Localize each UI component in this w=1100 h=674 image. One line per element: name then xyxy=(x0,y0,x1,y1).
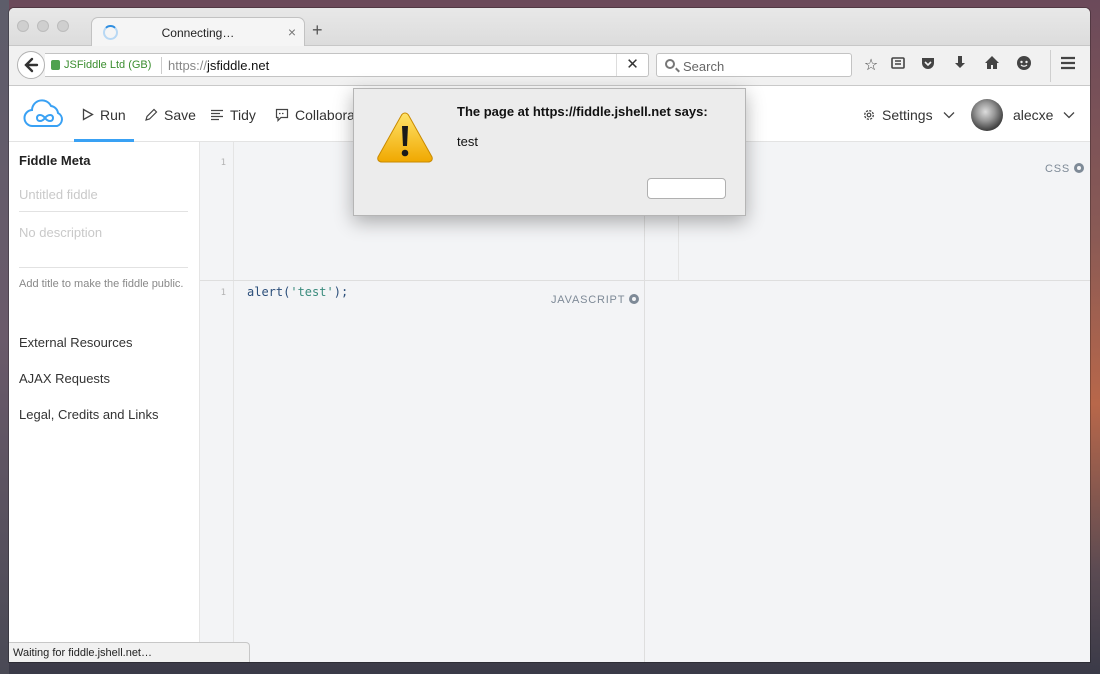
download-icon[interactable] xyxy=(949,55,971,77)
jsfiddle-logo[interactable] xyxy=(23,99,67,129)
user-menu[interactable]: alecxe xyxy=(1013,87,1075,142)
url-bar[interactable]: JSFiddle Ltd (GB) https://jsfiddle.net ✕ xyxy=(45,53,649,77)
back-button[interactable] xyxy=(17,51,45,79)
save-label: Save xyxy=(164,106,196,123)
tidy-label: Tidy xyxy=(230,106,256,123)
chat-icon[interactable] xyxy=(1013,55,1035,77)
html-line-number: 1 xyxy=(220,158,226,168)
pocket-icon[interactable] xyxy=(917,55,939,77)
dialog-message: test xyxy=(457,134,478,149)
dialog-title: The page at https://fiddle.jshell.net sa… xyxy=(457,104,708,119)
browser-tab[interactable]: Connecting… × xyxy=(91,17,305,47)
warning-icon xyxy=(377,112,433,163)
tidy-button[interactable]: Tidy xyxy=(210,87,256,142)
new-tab-button[interactable]: + xyxy=(312,21,323,39)
url-text[interactable]: https://jsfiddle.net xyxy=(168,58,269,73)
tab-title: Connecting… xyxy=(161,26,235,40)
js-code-line[interactable]: alert('test'); xyxy=(247,285,348,299)
chevron-down-icon xyxy=(943,111,955,118)
alert-dialog: The page at https://fiddle.jshell.net sa… xyxy=(353,88,746,216)
stop-loading-button[interactable]: ✕ xyxy=(616,54,648,76)
chat-bubble-icon xyxy=(275,108,289,122)
sidebar-title: Fiddle Meta xyxy=(19,153,91,168)
fiddle-meta-sidebar: Fiddle Meta Untitled fiddle No descripti… xyxy=(9,142,200,662)
css-panel-label[interactable]: CSS xyxy=(1045,163,1085,175)
fiddle-title-input[interactable]: Untitled fiddle xyxy=(19,187,188,212)
gear-icon xyxy=(864,109,874,120)
js-line-number: 1 xyxy=(220,288,226,298)
js-panel-label[interactable]: JAVASCRIPT xyxy=(551,294,640,306)
collaborate-button[interactable]: Collaborat xyxy=(275,87,359,142)
settings-button[interactable]: Settings xyxy=(862,87,955,142)
navigation-bar: JSFiddle Ltd (GB) https://jsfiddle.net ✕… xyxy=(9,46,1090,86)
desktop-background xyxy=(0,0,9,674)
search-icon xyxy=(665,59,675,69)
menu-icon[interactable] xyxy=(1057,55,1079,77)
play-icon xyxy=(82,108,94,121)
chevron-down-icon xyxy=(1064,111,1075,118)
css-gear-icon[interactable] xyxy=(1074,163,1085,173)
search-input[interactable]: Search xyxy=(656,53,852,77)
align-lines-icon xyxy=(211,109,223,120)
result-panel xyxy=(645,281,1090,662)
save-button[interactable]: Save xyxy=(144,87,196,142)
dialog-ok-button[interactable] xyxy=(647,178,726,199)
lock-icon xyxy=(51,60,60,70)
toolbar-separator xyxy=(1050,50,1051,82)
status-bar: Waiting for fiddle.jshell.net… xyxy=(9,642,250,662)
collaborate-label: Collaborat xyxy=(295,106,359,123)
run-label: Run xyxy=(100,106,126,123)
tab-close-icon[interactable]: × xyxy=(288,24,296,40)
sidebar-item-legal[interactable]: Legal, Credits and Links xyxy=(19,407,158,422)
settings-label: Settings xyxy=(882,106,933,123)
zoom-window-button[interactable] xyxy=(57,20,69,32)
close-window-button[interactable] xyxy=(17,20,29,32)
search-placeholder: Search xyxy=(683,59,725,74)
site-identity[interactable]: JSFiddle Ltd (GB) xyxy=(64,59,151,71)
run-button[interactable]: Run xyxy=(82,87,126,142)
public-hint: Add title to make the fiddle public. xyxy=(19,278,184,290)
url-separator xyxy=(161,57,162,74)
minimize-window-button[interactable] xyxy=(37,20,49,32)
avatar[interactable] xyxy=(971,99,1003,131)
user-name: alecxe xyxy=(1013,106,1054,123)
editor-area: 1 CSS 1 alert('test'); JAVASCRIPT xyxy=(200,142,1090,662)
reading-list-icon[interactable] xyxy=(887,55,909,77)
home-icon[interactable] xyxy=(981,55,1003,77)
fiddle-description-input[interactable]: No description xyxy=(19,225,188,268)
html-gutter xyxy=(200,142,234,662)
bookmark-star-icon[interactable]: ☆ xyxy=(860,55,882,77)
js-gear-icon[interactable] xyxy=(629,294,640,304)
pencil-icon xyxy=(145,108,158,121)
sidebar-item-external-resources[interactable]: External Resources xyxy=(19,335,132,350)
sidebar-item-ajax-requests[interactable]: AJAX Requests xyxy=(19,371,110,386)
tab-strip: Connecting… × + xyxy=(9,8,1090,47)
arrow-left-icon xyxy=(24,57,39,73)
